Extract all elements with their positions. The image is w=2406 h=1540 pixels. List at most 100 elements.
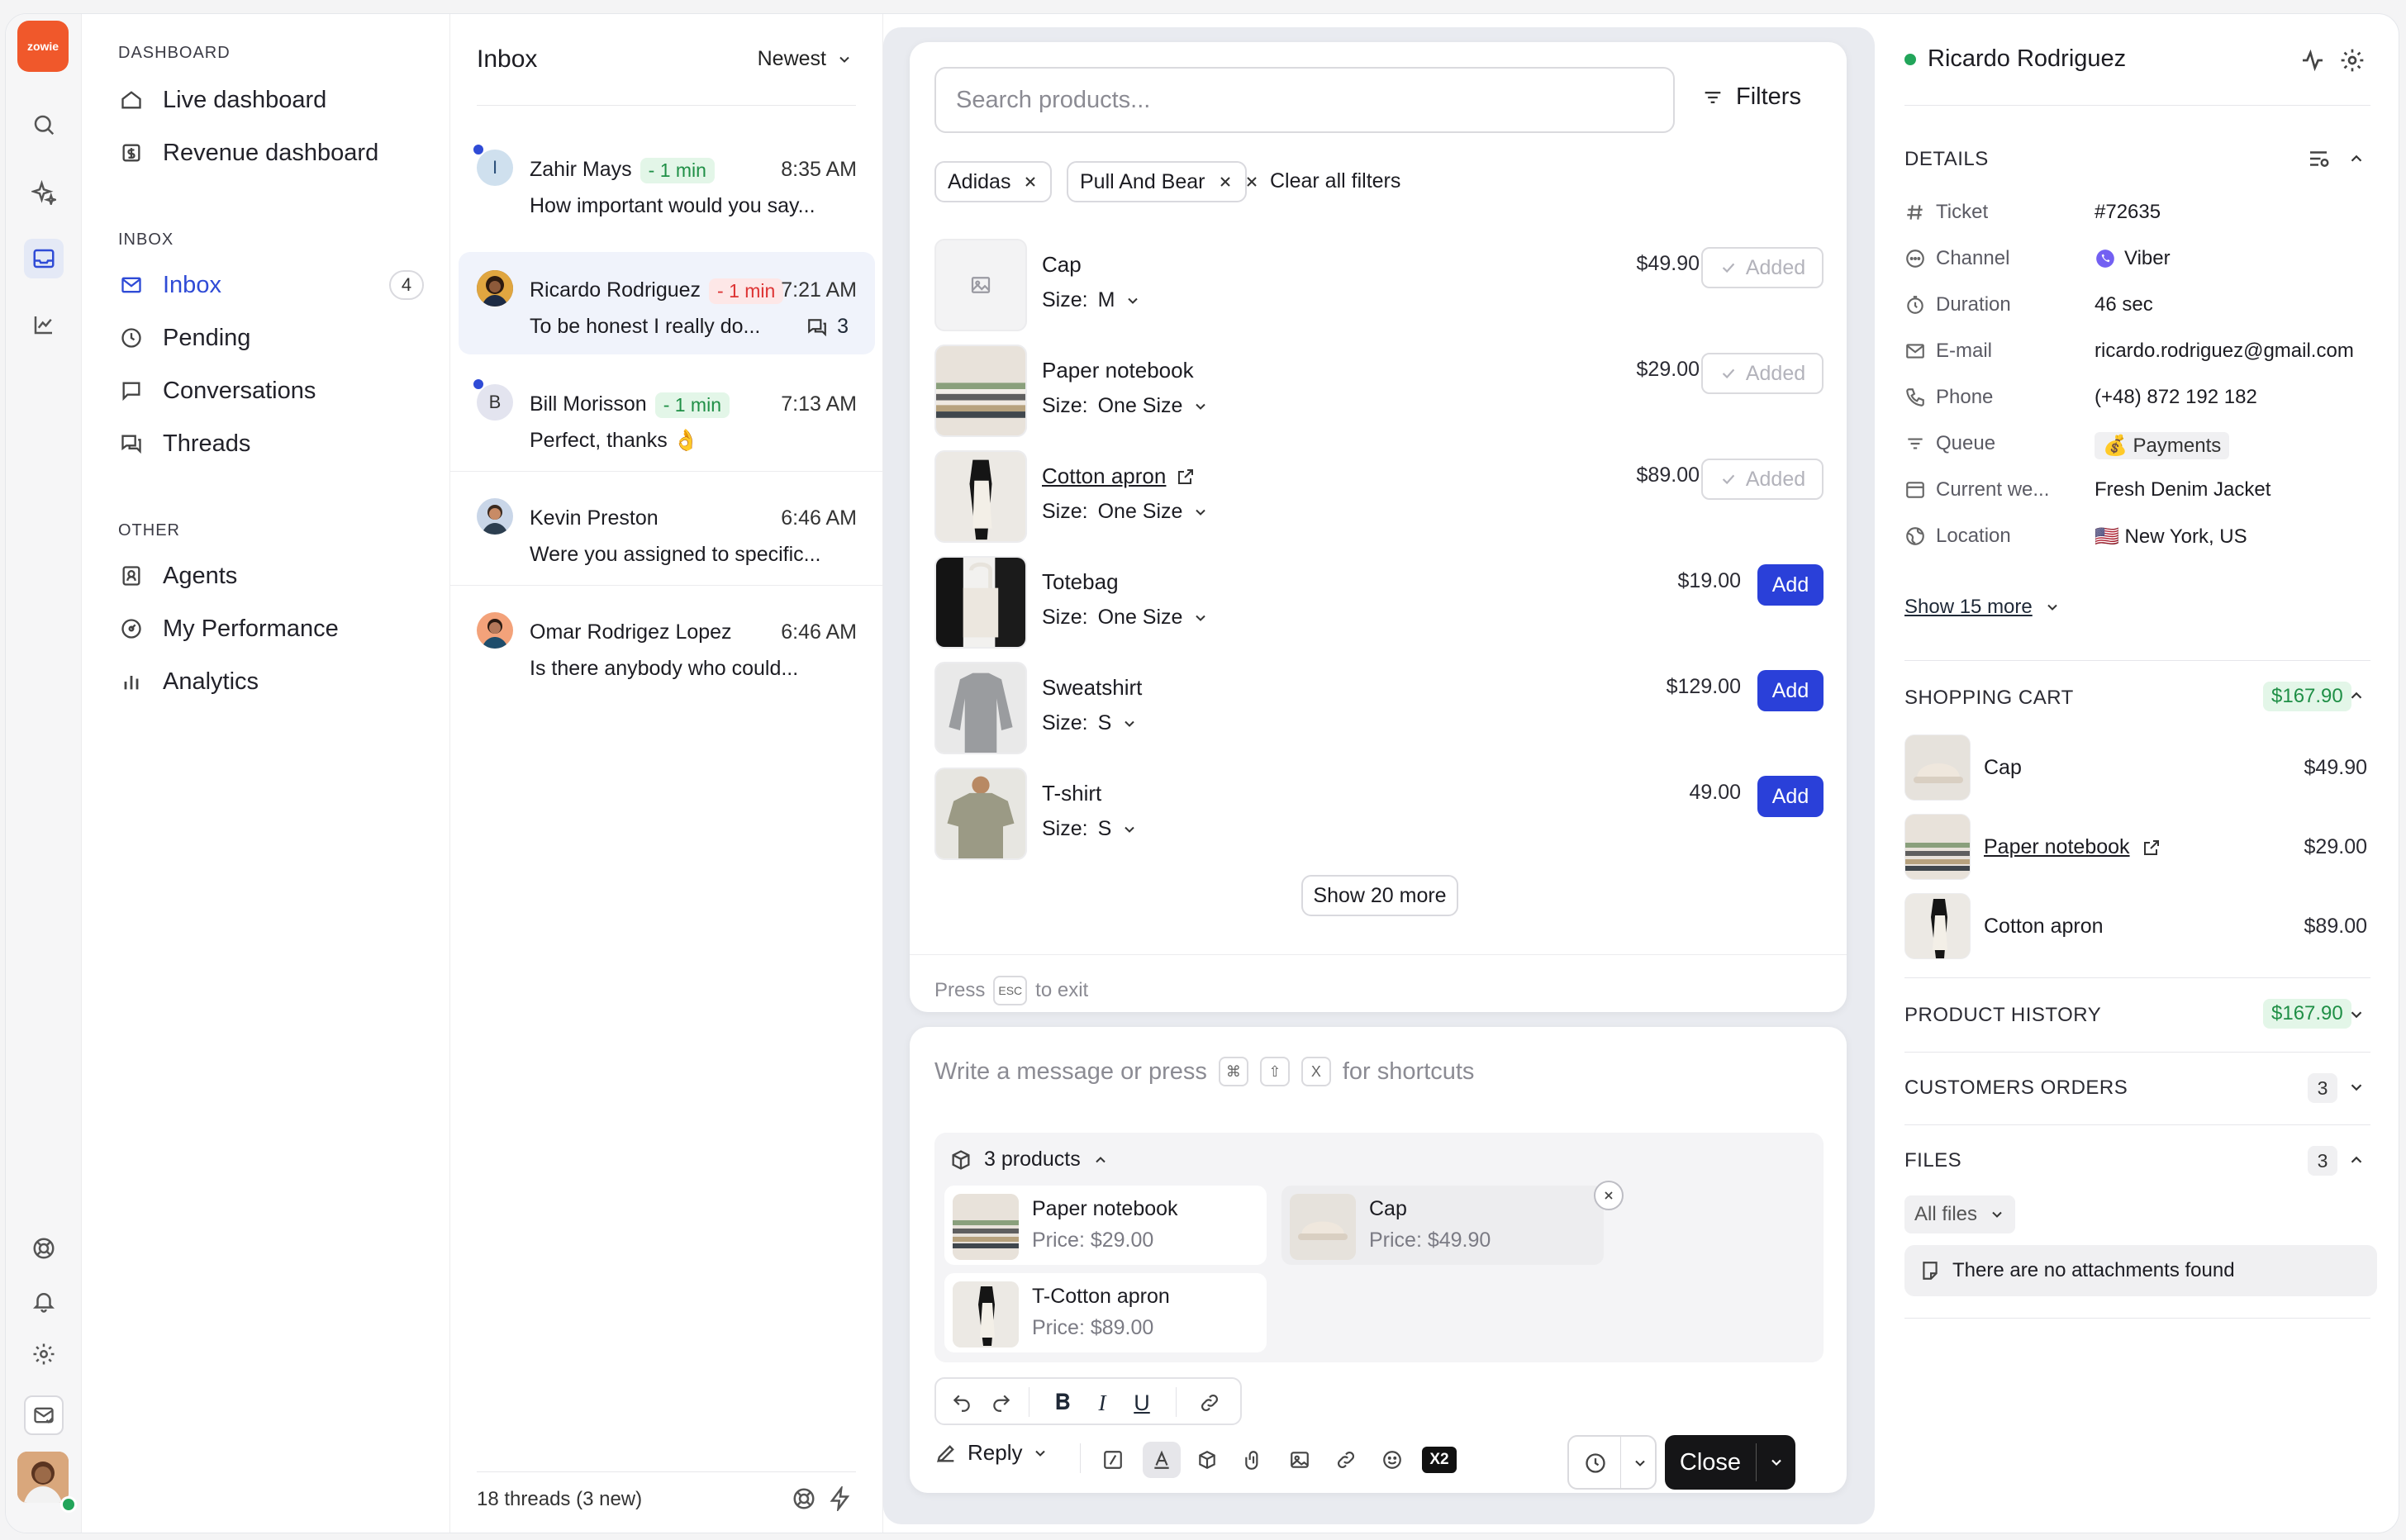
gear-icon[interactable] bbox=[2339, 47, 2366, 74]
filter-chip-pull-and-bear[interactable]: Pull And Bear bbox=[1067, 161, 1247, 202]
italic-icon[interactable]: I bbox=[1088, 1389, 1116, 1417]
agent-avatar[interactable] bbox=[17, 1452, 69, 1503]
slash-command-icon[interactable] bbox=[1098, 1445, 1128, 1475]
schedule-button[interactable] bbox=[1567, 1435, 1657, 1490]
chevron-down-icon[interactable] bbox=[2347, 1078, 2366, 1096]
detail-value[interactable]: ricardo.rodriguez@gmail.com bbox=[2095, 340, 2354, 363]
x2-boost-button[interactable]: X2 bbox=[1422, 1447, 1457, 1473]
text-format-icon[interactable] bbox=[1143, 1442, 1181, 1478]
cart-item-price: $89.00 bbox=[2304, 915, 2367, 938]
conversation-item[interactable]: Kevin Preston 6:46 AM Were you assigned … bbox=[459, 480, 875, 582]
image-icon[interactable] bbox=[1285, 1445, 1315, 1475]
bell-icon[interactable] bbox=[24, 1281, 64, 1321]
undo-icon[interactable] bbox=[948, 1389, 976, 1417]
chevron-up-icon bbox=[1092, 1152, 1109, 1168]
clear-all-filters-button[interactable]: Clear all filters bbox=[1243, 169, 1400, 193]
link-icon[interactable] bbox=[1331, 1445, 1361, 1475]
cart-item-link[interactable]: Paper notebook bbox=[1984, 835, 2161, 859]
nav-agents[interactable]: Agents bbox=[118, 553, 424, 599]
product-box-icon[interactable] bbox=[1192, 1445, 1222, 1475]
size-select[interactable]: Size: One Size bbox=[1042, 500, 1209, 524]
product-image bbox=[1290, 1194, 1356, 1260]
gear-icon[interactable] bbox=[24, 1334, 64, 1374]
detail-row-ticket: Ticket #72635 bbox=[1904, 196, 2367, 229]
conversation-item[interactable]: I Zahir Mays - 1 min 8:35 AM How importan… bbox=[459, 131, 875, 234]
bold-icon[interactable]: 𝐁 bbox=[1048, 1389, 1077, 1417]
product-name-link[interactable]: Cotton apron bbox=[1042, 463, 1196, 489]
mail-check-icon[interactable] bbox=[24, 1395, 64, 1435]
help-lifebuoy-icon[interactable] bbox=[24, 1229, 64, 1268]
chevron-up-icon[interactable] bbox=[2347, 1151, 2366, 1169]
attached-product-card[interactable]: T-Cotton apron Price: $89.00 bbox=[944, 1273, 1267, 1352]
close-icon[interactable] bbox=[1022, 173, 1039, 190]
chevron-down-icon bbox=[1627, 1450, 1653, 1476]
chevron-down-icon[interactable] bbox=[1757, 1448, 1795, 1476]
nav-conversations[interactable]: Conversations bbox=[118, 368, 424, 414]
size-select[interactable]: Size: One Size bbox=[1042, 394, 1209, 418]
activity-pulse-icon[interactable] bbox=[2299, 47, 2326, 74]
redo-icon[interactable] bbox=[987, 1389, 1015, 1417]
help-lifebuoy-icon[interactable] bbox=[792, 1486, 816, 1511]
nav-label: Conversations bbox=[163, 377, 316, 404]
nav-revenue-dashboard[interactable]: Revenue dashboard bbox=[118, 130, 424, 176]
show-more-products-button[interactable]: Show 20 more bbox=[1301, 875, 1458, 916]
size-select[interactable]: Size: S bbox=[1042, 711, 1138, 735]
underline-icon[interactable]: U bbox=[1128, 1389, 1156, 1417]
nav-my-performance[interactable]: My Performance bbox=[118, 606, 424, 652]
customize-fields-icon[interactable] bbox=[2306, 146, 2331, 171]
conversation-item[interactable]: Omar Rodrigez Lopez 6:46 AM Is there any… bbox=[459, 594, 875, 696]
divider bbox=[477, 105, 856, 106]
added-button[interactable]: Added bbox=[1701, 247, 1824, 288]
size-select[interactable]: Size: One Size bbox=[1042, 606, 1209, 630]
added-button[interactable]: Added bbox=[1701, 353, 1824, 394]
product-row: Cotton apron Size: One Size $89.00 Added bbox=[934, 450, 1824, 544]
lightning-icon[interactable] bbox=[828, 1486, 853, 1511]
files-filter-dropdown[interactable]: All files bbox=[1904, 1195, 2016, 1233]
nav-inbox[interactable]: Inbox 4 bbox=[118, 262, 424, 308]
esc-key: ESC bbox=[993, 976, 1028, 1005]
message-input[interactable]: Write a message or press ⌘ ⇧ X for short… bbox=[934, 1057, 1474, 1086]
close-icon[interactable] bbox=[1217, 173, 1234, 190]
search-icon[interactable] bbox=[24, 105, 64, 145]
added-button[interactable]: Added bbox=[1701, 459, 1824, 500]
sort-dropdown[interactable]: Newest bbox=[758, 47, 853, 71]
filter-chip-adidas[interactable]: Adidas bbox=[934, 161, 1053, 202]
remove-attachment-close-icon[interactable] bbox=[1594, 1181, 1624, 1210]
attached-products-toggle[interactable]: 3 products bbox=[949, 1148, 1109, 1172]
add-product-button[interactable]: Add bbox=[1757, 776, 1824, 817]
external-link-icon[interactable] bbox=[1176, 467, 1196, 487]
search-products-input[interactable]: Search products... bbox=[934, 67, 1675, 133]
nav-pending[interactable]: Pending bbox=[118, 315, 424, 361]
zowie-logo[interactable]: zowie bbox=[17, 21, 69, 72]
check-icon bbox=[1719, 364, 1738, 383]
detail-value[interactable]: (+48) 872 192 182 bbox=[2095, 386, 2257, 409]
external-link-icon[interactable] bbox=[2142, 838, 2161, 858]
add-product-button[interactable]: Add bbox=[1757, 670, 1824, 711]
chevron-up-icon[interactable] bbox=[2347, 150, 2366, 168]
filters-button[interactable]: Filters bbox=[1701, 83, 1801, 111]
add-product-button[interactable]: Add bbox=[1757, 564, 1824, 606]
conversation-item-selected[interactable]: Ricardo Rodriguez - 1 min 7:21 AM To be h… bbox=[459, 252, 875, 354]
chevron-down-icon[interactable] bbox=[2347, 1005, 2366, 1024]
attached-product-card[interactable]: Cap Price: $49.90 bbox=[1281, 1181, 1624, 1265]
nav-live-dashboard[interactable]: Live dashboard bbox=[118, 77, 424, 123]
emoji-icon[interactable] bbox=[1377, 1445, 1407, 1475]
chevron-up-icon[interactable] bbox=[2347, 687, 2366, 705]
show-more-details-button[interactable]: Show 15 more bbox=[1904, 596, 2061, 619]
size-value: S bbox=[1097, 817, 1112, 840]
chart-line-icon[interactable] bbox=[24, 305, 64, 345]
sparkle-icon[interactable] bbox=[24, 173, 64, 212]
attachment-paperclip-icon[interactable] bbox=[1239, 1445, 1268, 1475]
conversation-item[interactable]: B Bill Morisson - 1 min 7:13 AM Perfect, … bbox=[459, 366, 875, 468]
nav-threads[interactable]: Threads bbox=[118, 421, 424, 467]
chevron-down-icon bbox=[1192, 610, 1209, 626]
nav-analytics[interactable]: Analytics bbox=[118, 658, 424, 705]
size-select[interactable]: Size: M bbox=[1042, 288, 1141, 312]
link-icon[interactable] bbox=[1196, 1389, 1224, 1417]
reply-mode-dropdown[interactable]: Reply bbox=[934, 1440, 1048, 1466]
size-select[interactable]: Size: S bbox=[1042, 817, 1138, 841]
close-conversation-button[interactable]: Close bbox=[1665, 1435, 1795, 1490]
attached-product-card[interactable]: Paper notebook Price: $29.00 bbox=[944, 1186, 1267, 1265]
inbox-tray-icon[interactable] bbox=[24, 239, 64, 278]
check-icon bbox=[1719, 259, 1738, 277]
